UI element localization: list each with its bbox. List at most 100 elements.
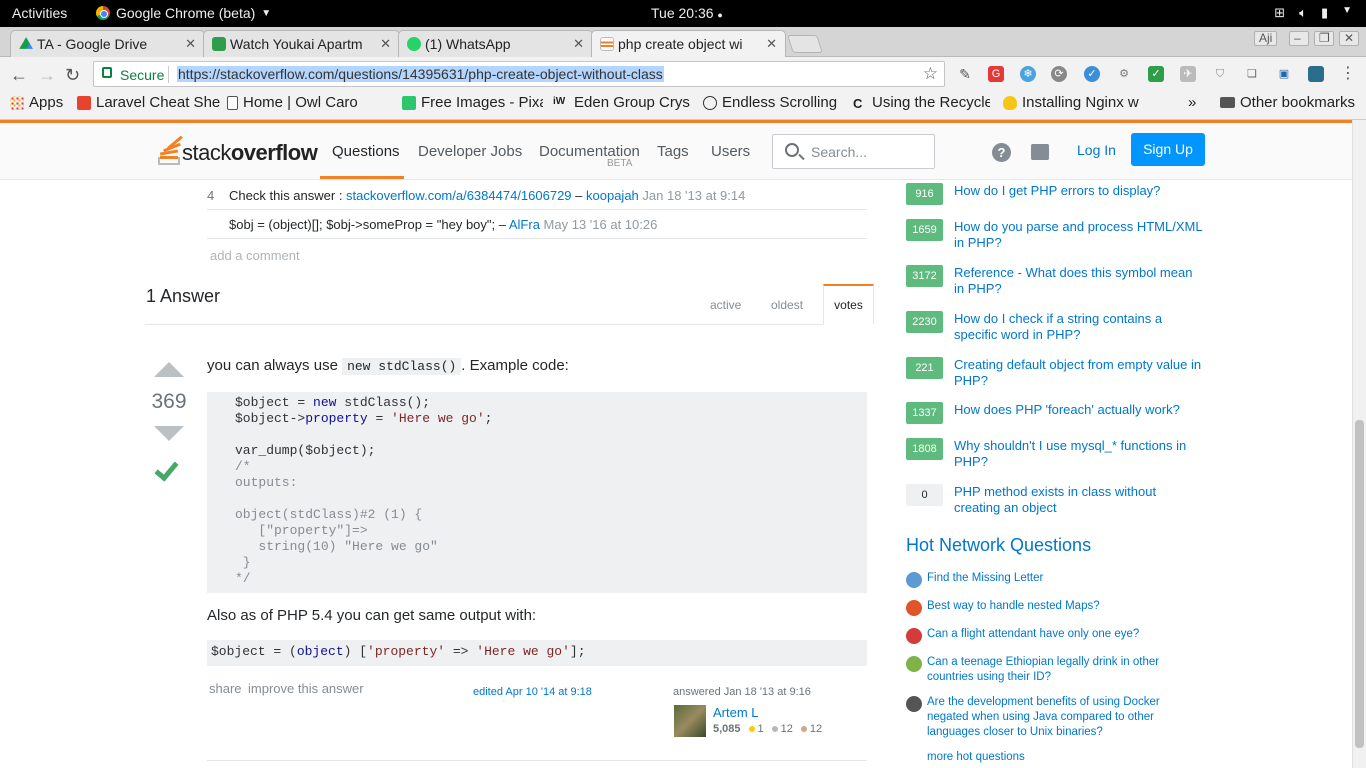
user-reputation: 5,085 1 12 12 — [713, 723, 822, 735]
ext-gray-icon[interactable]: ⟳ — [1051, 66, 1067, 82]
bookmark-nginx[interactable]: Installing Nginx w — [1003, 94, 1140, 111]
more-hot-questions-link[interactable]: more hot questions — [927, 751, 1025, 763]
hot-question-title[interactable]: Best way to handle nested Maps? — [927, 599, 1187, 614]
hot-question-title[interactable]: Find the Missing Letter — [927, 571, 1187, 586]
bookmark-eden-group[interactable]: iW Eden Group Cryst — [553, 94, 690, 111]
nav-questions[interactable]: Questions — [332, 143, 400, 160]
back-button[interactable]: ← — [10, 65, 28, 86]
hot-network-heading[interactable]: Hot Network Questions — [906, 535, 1091, 556]
avatar[interactable] — [674, 705, 706, 737]
close-icon[interactable]: ✕ — [573, 36, 584, 52]
related-votes: 3172 — [906, 265, 943, 287]
ext-pin-icon[interactable]: ✈ — [1180, 66, 1196, 82]
help-icon[interactable]: ? — [992, 143, 1011, 162]
tab-youkai[interactable]: Watch Youkai Apartm ✕ — [203, 30, 400, 57]
related-votes: 1808 — [906, 438, 943, 460]
downvote-button[interactable] — [154, 426, 184, 441]
ext-square-icon[interactable] — [1308, 66, 1324, 82]
profile-button[interactable]: Aji — [1254, 31, 1278, 46]
gear-icon[interactable]: ⚙ — [1116, 66, 1132, 82]
hot-question-title[interactable]: Can a teenage Ethiopian legally drink in… — [927, 655, 1187, 685]
comment-link[interactable]: stackoverflow.com/a/6384474/1606729 — [346, 188, 572, 203]
system-tray[interactable]: ⊞ 🔈︎ ▮ ▼ — [1274, 5, 1352, 21]
new-tab-button[interactable] — [787, 35, 823, 53]
hot-question-title[interactable]: Can a flight attendant have only one eye… — [927, 627, 1187, 642]
tab-google-drive[interactable]: TA - Google Drive ✕ — [10, 30, 205, 57]
related-title[interactable]: PHP method exists in class without creat… — [954, 484, 1204, 516]
bookmark-pixabay[interactable]: Free Images - Pixa — [402, 94, 543, 111]
related-title[interactable]: How does PHP 'foreach' actually work? — [954, 402, 1204, 418]
nav-developer-jobs[interactable]: Developer Jobs — [418, 143, 522, 160]
sort-tab-votes[interactable]: votes — [823, 284, 874, 325]
activities-button[interactable]: Activities — [12, 5, 67, 21]
bookmark-apps[interactable]: Apps — [10, 94, 70, 111]
so-header: stackoverflow Questions Developer Jobs D… — [0, 123, 1352, 180]
comment-user[interactable]: koopajah — [586, 188, 639, 203]
close-icon[interactable]: ✕ — [185, 36, 196, 52]
ext-shield-check-icon[interactable]: ✓ — [1148, 66, 1164, 82]
bookmark-endless-scrolling[interactable]: Endless Scrolling — [703, 94, 838, 111]
login-link[interactable]: Log In — [1077, 142, 1116, 158]
related-title[interactable]: How do you parse and process HTML/XML in… — [954, 219, 1204, 251]
address-bar[interactable]: Secure https://stackoverflow.com/questio… — [93, 61, 945, 87]
ext-window-icon[interactable]: ▣ — [1276, 66, 1292, 82]
caret-down-icon: ▼ — [1342, 5, 1352, 16]
search-icon — [785, 143, 799, 157]
ext-snowflake-icon[interactable]: ❄ — [1020, 66, 1036, 82]
so-logo[interactable]: stackoverflow — [158, 133, 318, 165]
search-input[interactable]: Search... — [772, 134, 935, 169]
laravel-icon — [77, 95, 91, 110]
ext-red-icon[interactable]: G — [988, 66, 1004, 82]
share-link[interactable]: share — [209, 681, 242, 696]
ext-blue-icon[interactable]: ✓ — [1084, 66, 1100, 82]
comment-user[interactable]: AlFra — [509, 217, 540, 232]
improve-answer-link[interactable]: improve this answer — [248, 681, 364, 696]
related-title[interactable]: Reference - What does this symbol mean i… — [954, 265, 1204, 297]
eyedropper-icon[interactable]: ✎ — [957, 66, 973, 82]
ext-copy-icon[interactable]: ❏ — [1244, 66, 1260, 82]
signup-button[interactable]: Sign Up — [1131, 133, 1205, 166]
scrollbar-thumb[interactable] — [1355, 420, 1364, 748]
hot-question-title[interactable]: Are the development benefits of using Do… — [927, 695, 1187, 740]
app-menu[interactable]: Google Chrome (beta) ▼ — [96, 5, 271, 21]
bookmark-recycle[interactable]: C Using the Recycle — [853, 94, 990, 111]
related-title[interactable]: How do I get PHP errors to display? — [954, 183, 1204, 199]
close-icon[interactable]: ✕ — [380, 36, 391, 52]
edited-link[interactable]: edited Apr 10 '14 at 9:18 — [473, 686, 592, 698]
ext-shield-icon[interactable]: ⛉ — [1212, 66, 1228, 82]
bookmark-label: Eden Group Cryst — [574, 94, 690, 111]
bookmarks-overflow-button[interactable]: » — [1188, 94, 1196, 111]
page-scrollbar[interactable] — [1352, 120, 1366, 768]
stackoverflow-logo-icon — [158, 135, 183, 165]
tab-whatsapp[interactable]: (1) WhatsApp ✕ — [398, 30, 593, 57]
sort-tab-active[interactable]: active — [710, 298, 741, 312]
related-title[interactable]: Creating default object from empty value… — [954, 357, 1204, 389]
bookmark-star-icon[interactable]: ☆ — [923, 64, 938, 84]
maximize-button[interactable]: ❐ — [1314, 31, 1334, 46]
silver-badges: 12 — [771, 723, 793, 735]
url-text[interactable]: https://stackoverflow.com/questions/1439… — [177, 66, 664, 82]
bookmark-laravel[interactable]: Laravel Cheat She — [77, 94, 220, 111]
related-title[interactable]: How do I check if a string contains a sp… — [954, 311, 1204, 343]
window-close-button[interactable]: ✕ — [1339, 31, 1359, 46]
sort-tab-oldest[interactable]: oldest — [771, 298, 803, 312]
tab-stackoverflow[interactable]: php create object wi ✕ — [591, 30, 786, 57]
reload-button[interactable]: ↻ — [65, 65, 80, 86]
search-placeholder: Search... — [811, 144, 868, 160]
related-title[interactable]: Why shouldn't I use mysql_* functions in… — [954, 438, 1204, 470]
nav-users[interactable]: Users — [711, 143, 750, 160]
lightbulb-icon — [1003, 95, 1017, 110]
close-icon[interactable]: ✕ — [766, 36, 777, 52]
bookmark-owl-carousel[interactable]: Home | Owl Caro — [227, 94, 364, 111]
clock[interactable]: Tue 20:36 ● — [651, 5, 723, 21]
travel-icon — [906, 656, 922, 672]
answer-author[interactable]: Artem L — [713, 705, 759, 720]
add-comment-link[interactable]: add a comment — [210, 248, 300, 263]
upvote-button[interactable] — [154, 362, 184, 377]
nav-tags[interactable]: Tags — [657, 143, 689, 160]
menu-icon[interactable]: ⋮ — [1340, 66, 1356, 82]
minimize-button[interactable]: – — [1289, 31, 1309, 46]
chat-icon[interactable] — [1031, 144, 1049, 160]
forward-button[interactable]: → — [38, 65, 56, 86]
other-bookmarks[interactable]: Other bookmarks — [1220, 94, 1355, 111]
